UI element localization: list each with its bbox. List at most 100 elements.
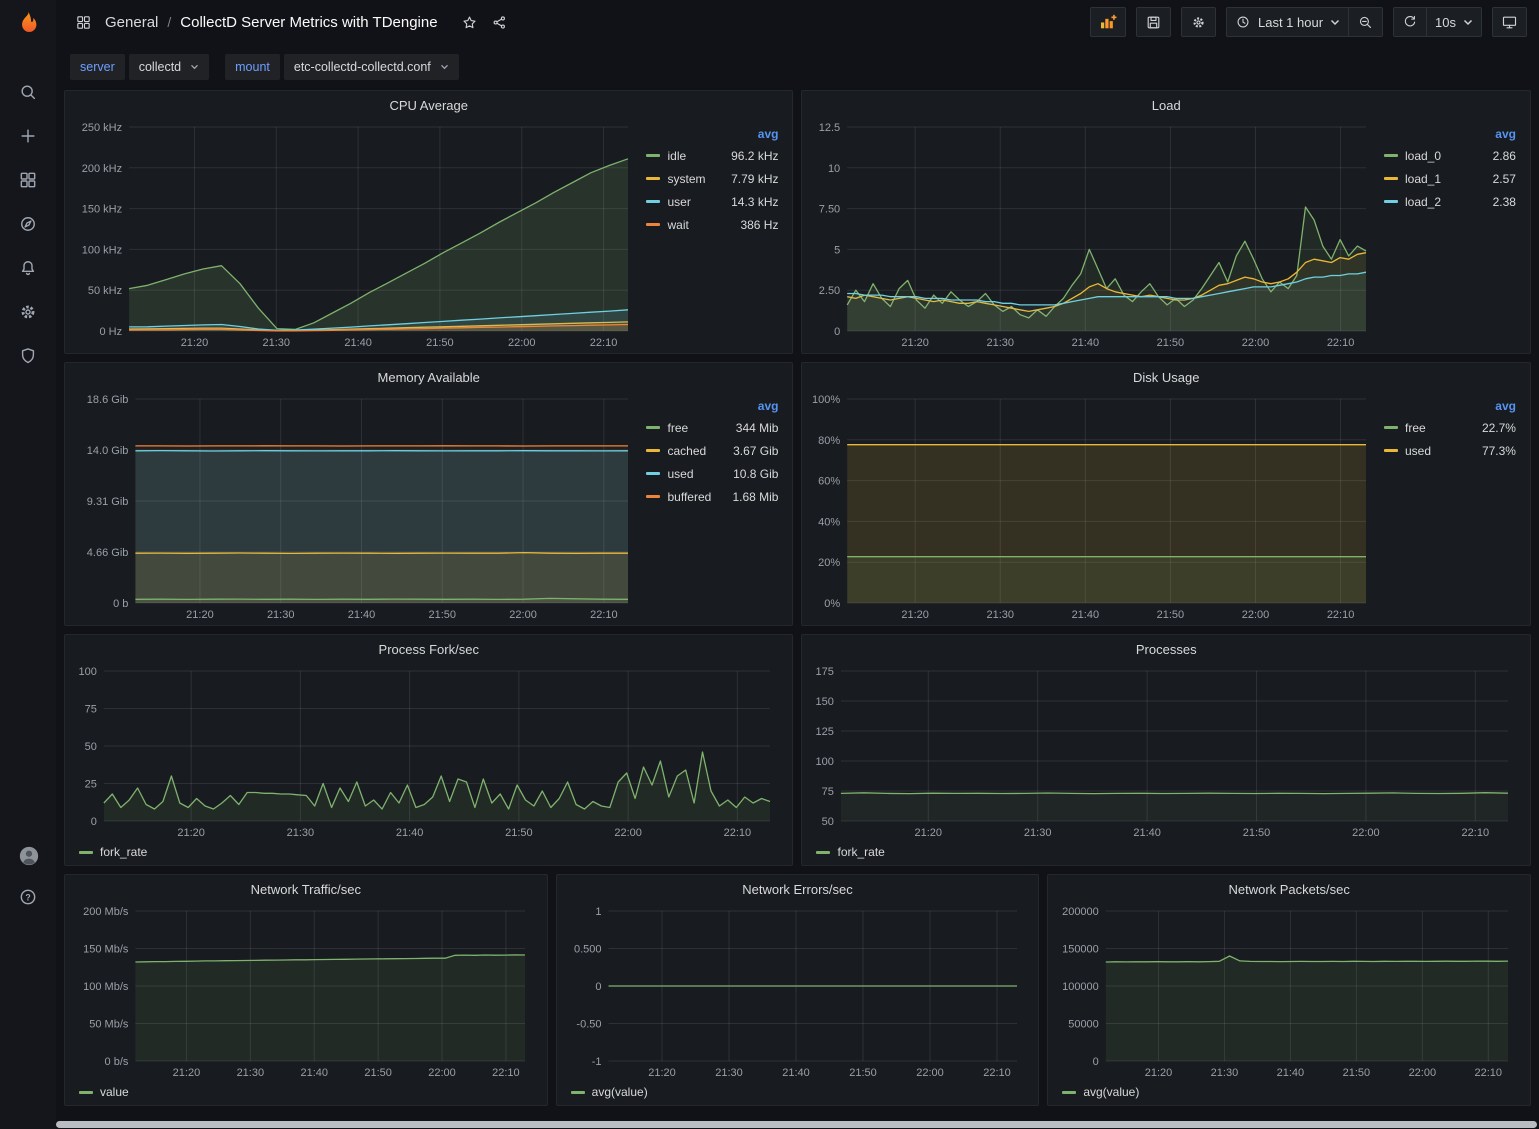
panel-title: Processes (1136, 642, 1197, 657)
create-plus-icon[interactable] (18, 126, 38, 146)
variable-value: etc-collectd-collectd.conf (294, 60, 431, 74)
legend-avg-header[interactable]: avg (646, 399, 778, 413)
svg-text:75: 75 (85, 704, 97, 716)
legend-series-label[interactable]: fork_rate (100, 845, 147, 859)
svg-text:0 b: 0 b (113, 598, 128, 610)
panel-legend: fork_rate (802, 843, 1530, 865)
explore-compass-icon[interactable] (18, 214, 38, 234)
chart-network-packets[interactable]: 21:2021:3021:4021:5022:0022:100500001000… (1054, 903, 1524, 1081)
legend-item: load_12.57 (1384, 167, 1516, 190)
legend-series-label[interactable]: buffered (667, 490, 711, 504)
chart-processes[interactable]: 21:2021:3021:4021:5022:0022:105075100125… (808, 663, 1524, 841)
chart-network-traffic[interactable]: 21:2021:3021:4021:5022:0022:100 b/s50 Mb… (71, 903, 541, 1081)
panel-header[interactable]: CPU Average (65, 91, 792, 119)
legend-series-label[interactable]: free (667, 421, 688, 435)
horizontal-scrollbar[interactable] (56, 1121, 1537, 1128)
panel-network-traffic: Network Traffic/sec 21:2021:3021:4021:50… (64, 874, 548, 1106)
legend-series-label[interactable]: value (100, 1085, 129, 1099)
legend-series-label[interactable]: used (1405, 444, 1431, 458)
legend-swatch (1384, 200, 1398, 203)
panel-legend: value (65, 1083, 547, 1105)
dashboards-icon[interactable] (18, 170, 38, 190)
save-dashboard-button[interactable] (1136, 7, 1171, 37)
zoom-out-button[interactable] (1348, 7, 1383, 37)
legend-avg-header[interactable]: avg (1384, 399, 1516, 413)
time-range-label: Last 1 hour (1258, 15, 1323, 30)
breadcrumb-folder[interactable]: General (105, 14, 158, 31)
variable-value-dropdown[interactable]: collectd (129, 54, 209, 80)
panel-header[interactable]: Process Fork/sec (65, 635, 792, 663)
svg-text:21:50: 21:50 (505, 827, 533, 839)
grafana-logo[interactable] (0, 0, 56, 46)
panel-header[interactable]: Load (802, 91, 1530, 119)
legend-series-label[interactable]: load_0 (1405, 149, 1441, 163)
legend-series-value: 7.79 kHz (731, 172, 778, 186)
breadcrumb: General / CollectD Server Metrics with T… (70, 9, 513, 35)
svg-text:175: 175 (816, 666, 834, 678)
chevron-down-icon (1330, 19, 1340, 26)
panel-header[interactable]: Network Traffic/sec (65, 875, 547, 903)
legend-series-value: 14.3 kHz (731, 195, 778, 209)
chart-memory-available[interactable]: 21:2021:3021:4021:5022:0022:100 b4.66 Gi… (71, 391, 644, 623)
svg-text:0: 0 (1093, 1056, 1099, 1068)
panel-header[interactable]: Network Errors/sec (557, 875, 1039, 903)
legend-series-label[interactable]: avg(value) (592, 1085, 648, 1099)
chart-cpu-average[interactable]: 21:2021:3021:4021:5022:0022:100 Hz50 kHz… (71, 119, 644, 351)
legend-series-label[interactable]: system (667, 172, 705, 186)
configuration-gear-icon[interactable] (18, 302, 38, 322)
legend-series-label[interactable]: user (667, 195, 690, 209)
refresh-button[interactable] (1393, 7, 1427, 37)
svg-text:0: 0 (91, 816, 97, 828)
server-admin-shield-icon[interactable] (18, 346, 38, 366)
star-icon[interactable] (457, 9, 483, 35)
svg-text:0.500: 0.500 (574, 944, 602, 956)
legend-series-label[interactable]: cached (667, 444, 706, 458)
legend-series-label[interactable]: idle (667, 149, 686, 163)
avatar[interactable] (18, 845, 38, 865)
panel-disk-usage: Disk Usage 21:2021:3021:4021:5022:0022:1… (801, 362, 1531, 626)
legend-avg-header[interactable]: avg (1384, 127, 1516, 141)
svg-text:21:50: 21:50 (1157, 609, 1185, 621)
svg-text:50000: 50000 (1069, 1019, 1100, 1031)
legend-series-value: 386 Hz (740, 218, 778, 232)
legend-series-label[interactable]: wait (667, 218, 688, 232)
svg-text:0%: 0% (825, 598, 841, 610)
panel-header[interactable]: Processes (802, 635, 1530, 663)
legend-series-label[interactable]: load_2 (1405, 195, 1441, 209)
dashboard-settings-button[interactable] (1181, 7, 1216, 37)
legend-series-value: 96.2 kHz (731, 149, 778, 163)
panel-header[interactable]: Network Packets/sec (1048, 875, 1530, 903)
variable-value-dropdown[interactable]: etc-collectd-collectd.conf (284, 54, 459, 80)
svg-text:21:30: 21:30 (987, 609, 1015, 621)
svg-text:21:20: 21:20 (186, 609, 214, 621)
legend-series-label[interactable]: free (1405, 421, 1426, 435)
legend-series-label[interactable]: avg(value) (1083, 1085, 1139, 1099)
legend-series-label[interactable]: load_1 (1405, 172, 1441, 186)
panel-header[interactable]: Disk Usage (802, 363, 1530, 391)
svg-text:100: 100 (816, 756, 834, 768)
add-panel-button[interactable] (1090, 7, 1126, 37)
time-range-picker[interactable]: Last 1 hour (1226, 7, 1349, 37)
chart-network-errors[interactable]: 21:2021:3021:4021:5022:0022:10-1-0.5000.… (563, 903, 1033, 1081)
chart-disk-usage[interactable]: 21:2021:3021:4021:5022:0022:100%20%40%60… (808, 391, 1382, 623)
share-icon[interactable] (487, 9, 513, 35)
panel-header[interactable]: Memory Available (65, 363, 792, 391)
panel-load: Load 21:2021:3021:4021:5022:0022:1002.50… (801, 90, 1531, 354)
chart-load[interactable]: 21:2021:3021:4021:5022:0022:1002.5057.50… (808, 119, 1382, 351)
legend-avg-header[interactable]: avg (646, 127, 778, 141)
search-icon[interactable] (18, 82, 38, 102)
panel-legend: avg(value) (1048, 1083, 1530, 1105)
svg-text:21:20: 21:20 (902, 337, 930, 349)
legend-series-label[interactable]: used (667, 467, 693, 481)
alerting-bell-icon[interactable] (18, 258, 38, 278)
legend-swatch (816, 851, 830, 854)
variable-server: server collectd (70, 54, 209, 80)
gear-icon (1190, 14, 1207, 31)
refresh-interval-picker[interactable]: 10s (1426, 7, 1482, 37)
cycle-view-mode-button[interactable] (1492, 7, 1527, 37)
svg-text:9.31 Gib: 9.31 Gib (87, 496, 129, 508)
chart-process-fork[interactable]: 21:2021:3021:4021:5022:0022:100255075100 (71, 663, 786, 841)
legend-series-label[interactable]: fork_rate (837, 845, 884, 859)
help-icon[interactable]: ? (18, 887, 38, 907)
legend-item: fork_rate (816, 845, 884, 859)
